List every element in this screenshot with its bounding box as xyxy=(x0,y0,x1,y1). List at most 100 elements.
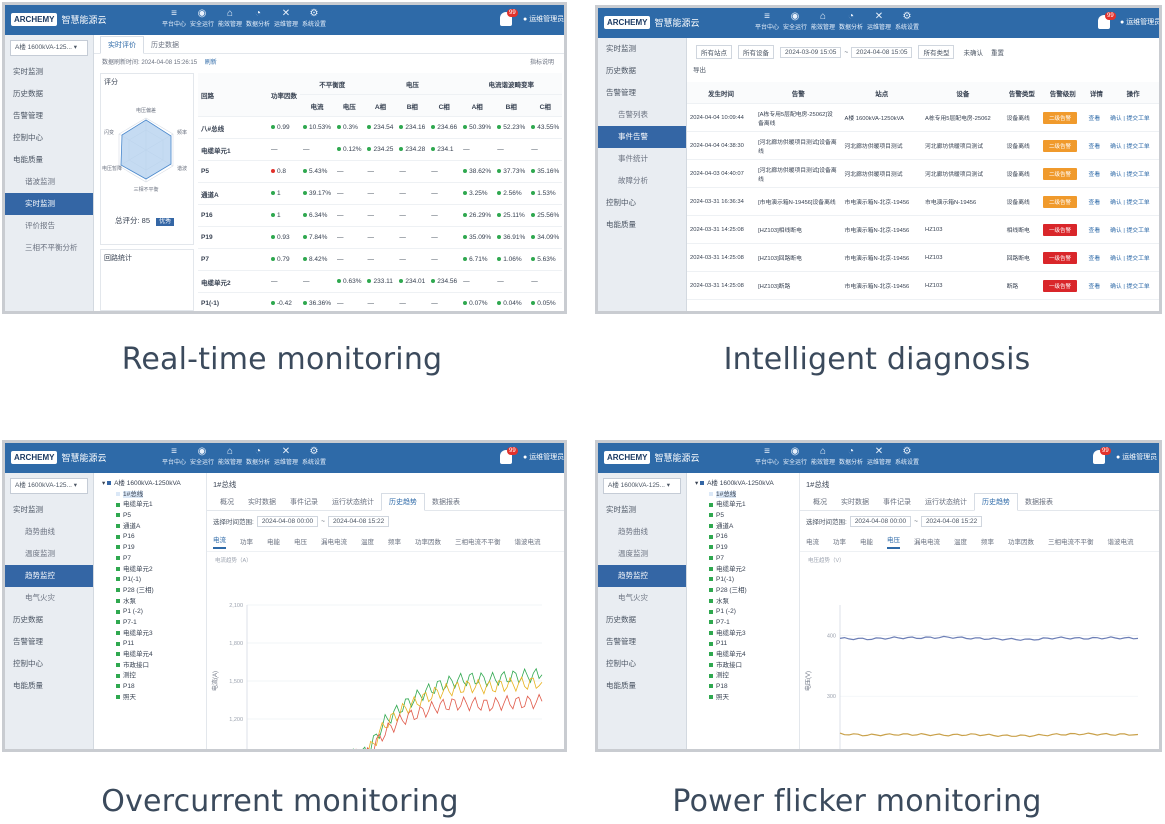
tab[interactable]: 历史趋势 xyxy=(381,493,425,511)
sidebar-item[interactable]: 历史数据 xyxy=(5,83,93,105)
device-filter[interactable]: 所有设备 xyxy=(738,45,774,59)
metric-tab[interactable]: 电压 xyxy=(887,534,900,549)
refresh-link[interactable]: 刷新 xyxy=(205,60,217,66)
cell-ops[interactable]: 确认 | 提交工单 xyxy=(1107,159,1159,188)
nav-item[interactable]: ◔ 数据分析 xyxy=(837,11,865,33)
sidebar-subitem-active[interactable]: 趋势监控 xyxy=(5,565,93,587)
range-end[interactable]: 2024-04-08 15:22 xyxy=(327,515,390,527)
tab[interactable]: 运行状态统计 xyxy=(918,494,974,510)
sidebar-item[interactable]: 历史数据 xyxy=(5,609,93,631)
indicator-help[interactable]: 指标说明 xyxy=(530,57,554,66)
sidebar-item[interactable]: 控制中心 xyxy=(5,127,93,149)
tab[interactable]: 数据报表 xyxy=(425,494,467,510)
sidebar-item[interactable]: 告警管理 xyxy=(5,105,93,127)
sidebar-subitem[interactable]: 趋势曲线 xyxy=(598,521,686,543)
metric-tab[interactable]: 电压 xyxy=(294,536,307,546)
sidebar-item[interactable]: 告警管理 xyxy=(598,82,686,104)
tree-item[interactable]: 水泵 xyxy=(94,597,206,608)
tree-item[interactable]: P11 xyxy=(687,639,799,650)
sidebar-item[interactable]: 历史数据 xyxy=(598,60,686,82)
cell-detail[interactable]: 查看 xyxy=(1085,215,1108,244)
sidebar-item[interactable]: 控制中心 xyxy=(5,653,93,675)
tree-item[interactable]: 电缆单元1 xyxy=(687,500,799,511)
metric-tab[interactable]: 漏电电流 xyxy=(914,536,940,546)
tree-item[interactable]: P1 (-2) xyxy=(94,607,206,618)
nav-item[interactable]: ⌂ 能效管理 xyxy=(216,446,244,468)
nav-item[interactable]: ✕ 运维管理 xyxy=(272,446,300,468)
tree-item[interactable]: 水泵 xyxy=(687,597,799,608)
tree-item[interactable]: P19 xyxy=(687,543,799,554)
tree-item[interactable]: P7-1 xyxy=(94,618,206,629)
metric-tab[interactable]: 漏电电流 xyxy=(321,536,347,546)
cell-ops[interactable]: 确认 | 提交工单 xyxy=(1107,103,1159,132)
sidebar-item[interactable]: 控制中心 xyxy=(598,192,686,214)
sidebar-item[interactable]: 控制中心 xyxy=(598,653,686,675)
nav-item[interactable]: ⌂ 能效管理 xyxy=(809,446,837,468)
tree-item[interactable]: P7 xyxy=(687,554,799,565)
tab[interactable]: 事件记录 xyxy=(283,494,325,510)
tab-history[interactable]: 历史数据 xyxy=(144,37,186,53)
tree-item[interactable]: 照天 xyxy=(94,693,206,704)
nav-item[interactable]: ✕ 运维管理 xyxy=(865,11,893,33)
metric-tab[interactable]: 频率 xyxy=(981,536,994,546)
cell-detail[interactable]: 查看 xyxy=(1085,187,1108,216)
metric-tab[interactable]: 功率因数 xyxy=(1008,536,1034,546)
sidebar-subitem[interactable]: 温度监测 xyxy=(598,543,686,565)
user-name[interactable]: ● 运维管理员 xyxy=(523,14,564,24)
tree-item[interactable]: P18 xyxy=(94,682,206,693)
nav-item[interactable]: ◔ 数据分析 xyxy=(837,446,865,468)
metric-tab[interactable]: 三相电流不平衡 xyxy=(455,536,501,546)
metric-tab[interactable]: 谐波电流 xyxy=(1108,536,1134,546)
nav-item[interactable]: ≡ 平台中心 xyxy=(160,446,188,468)
cell-detail[interactable]: 查看 xyxy=(1085,131,1108,160)
tree-item[interactable]: P7 xyxy=(94,554,206,565)
sidebar-subitem[interactable]: 评价报告 xyxy=(5,215,93,237)
tree-item[interactable]: 电缆单元4 xyxy=(687,650,799,661)
nav-item[interactable]: ⌂ 能效管理 xyxy=(216,8,244,30)
site-select[interactable]: A楼 1600kVA-125... ▾ xyxy=(603,478,681,494)
tree-item[interactable]: 电缆单元2 xyxy=(687,565,799,576)
sidebar-item[interactable]: 告警管理 xyxy=(598,631,686,653)
sidebar-item[interactable]: 实时监测 xyxy=(5,499,93,521)
sidebar-item[interactable]: 电能质量 xyxy=(5,675,93,697)
tree-item[interactable]: 测控 xyxy=(94,671,206,682)
tree-item[interactable]: 测控 xyxy=(687,671,799,682)
metric-tab[interactable]: 电能 xyxy=(267,536,280,546)
metric-tab[interactable]: 功率 xyxy=(240,536,253,546)
cell-detail[interactable]: 查看 xyxy=(1085,103,1108,132)
sidebar-subitem[interactable]: 事件统计 xyxy=(598,148,686,170)
tab[interactable]: 概况 xyxy=(213,494,241,510)
tree-item[interactable]: P5 xyxy=(687,511,799,522)
unconfirmed-toggle[interactable]: 未确认 xyxy=(963,47,983,57)
nav-item[interactable]: ⚙ 系统设置 xyxy=(300,446,328,468)
sidebar-item[interactable]: 历史数据 xyxy=(598,609,686,631)
nav-item[interactable]: ⚙ 系统设置 xyxy=(893,446,921,468)
tree-item[interactable]: P19 xyxy=(94,543,206,554)
sidebar-item[interactable]: 电能质量 xyxy=(598,214,686,236)
metric-tab[interactable]: 电流 xyxy=(213,534,226,549)
tree-item[interactable]: P1 (-2) xyxy=(687,607,799,618)
nav-item[interactable]: ◔ 数据分析 xyxy=(244,8,272,30)
metric-tab[interactable]: 温度 xyxy=(954,536,967,546)
cell-ops[interactable]: 确认 | 提交工单 xyxy=(1107,243,1159,272)
tree-item[interactable]: P28 (三相) xyxy=(94,586,206,597)
sidebar-subitem[interactable]: 故障分析 xyxy=(598,170,686,192)
range-start[interactable]: 2024-04-08 00:00 xyxy=(256,515,319,527)
metric-tab[interactable]: 三相电流不平衡 xyxy=(1048,536,1094,546)
user-name[interactable]: ● 运维管理员 xyxy=(1116,452,1157,462)
tree-item[interactable]: P16 xyxy=(687,532,799,543)
tab[interactable]: 运行状态统计 xyxy=(325,494,381,510)
tree-item[interactable]: P5 xyxy=(94,511,206,522)
sidebar-subitem-active[interactable]: 事件告警 xyxy=(598,126,686,148)
tree-item[interactable]: 电缆单元4 xyxy=(94,650,206,661)
nav-item[interactable]: ◉ 安全运行 xyxy=(188,8,216,30)
user-name[interactable]: ● 运维管理员 xyxy=(1120,17,1159,27)
cell-ops[interactable]: 确认 | 提交工单 xyxy=(1107,131,1159,160)
nav-item[interactable]: ✕ 运维管理 xyxy=(272,8,300,30)
tree-item[interactable]: 电缆单元2 xyxy=(94,565,206,576)
sidebar-subitem[interactable]: 三相不平衡分析 xyxy=(5,237,93,259)
cell-detail[interactable]: 查看 xyxy=(1085,159,1108,188)
sidebar-subitem[interactable]: 电气火灾 xyxy=(598,587,686,609)
metric-tab[interactable]: 功率 xyxy=(833,536,846,546)
tree-item[interactable]: 市政接口 xyxy=(687,661,799,672)
